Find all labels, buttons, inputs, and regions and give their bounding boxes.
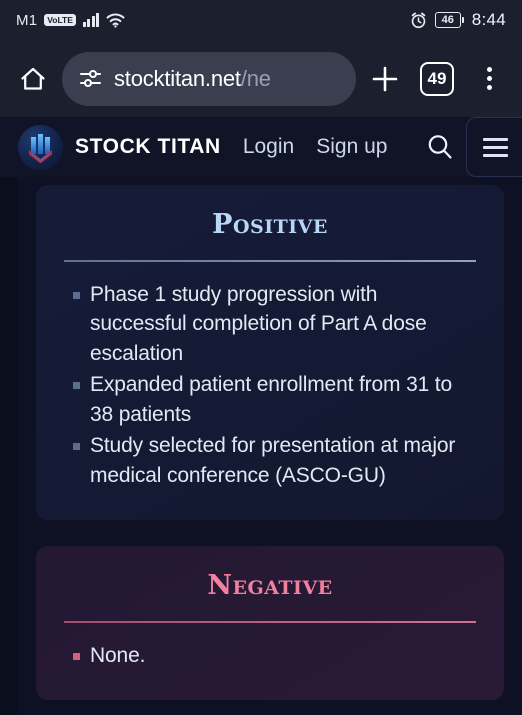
negative-card: Negative None.: [36, 546, 504, 700]
brand-name: STOCK TITAN: [75, 135, 221, 158]
list-item: None.: [64, 641, 476, 671]
positive-bullet-list: Phase 1 study progression with successfu…: [64, 280, 476, 491]
content-container: Positive Phase 1 study progression with …: [18, 177, 522, 715]
new-tab-button[interactable]: [362, 56, 408, 102]
browser-menu-button[interactable]: [466, 56, 512, 102]
list-item: Expanded patient enrollment from 31 to 3…: [64, 370, 476, 429]
positive-card-divider: [64, 260, 476, 262]
negative-bullet-list: None.: [64, 641, 476, 671]
positive-card: Positive Phase 1 study progression with …: [36, 185, 504, 520]
alarm-clock-icon: [410, 12, 427, 29]
kebab-menu-icon: [486, 67, 492, 90]
volte-badge: VoLTE: [44, 13, 76, 27]
site-header: STOCK TITAN Login Sign up: [0, 117, 522, 177]
header-actions: [414, 117, 522, 177]
list-item: Phase 1 study progression with successfu…: [64, 280, 476, 369]
tune-sliders-icon[interactable]: [78, 66, 103, 91]
plus-icon: [370, 64, 400, 94]
home-icon: [19, 65, 47, 93]
url-bar[interactable]: stocktitan.net/ne: [62, 51, 356, 106]
url-host: stocktitan.net: [114, 65, 241, 91]
login-link[interactable]: Login: [243, 135, 294, 159]
hamburger-menu-icon: [483, 137, 508, 157]
browser-toolbar: stocktitan.net/ne 49: [0, 40, 522, 117]
tab-count-badge: 49: [420, 61, 454, 96]
page-content: Positive Phase 1 study progression with …: [0, 177, 522, 715]
negative-card-divider: [64, 621, 476, 623]
wifi-icon: [106, 13, 125, 28]
battery-icon: 46: [434, 12, 464, 28]
status-bar-left: M1 VoLTE: [16, 12, 125, 29]
search-icon: [425, 132, 455, 162]
hamburger-menu-button[interactable]: [466, 117, 522, 177]
clock-label: 8:44: [471, 10, 506, 29]
positive-card-title: Positive: [212, 209, 328, 240]
battery-percent: 46: [434, 12, 461, 28]
battery-cap: [461, 17, 464, 23]
negative-card-title: Negative: [207, 570, 333, 601]
tab-switcher-button[interactable]: 49: [414, 56, 460, 102]
carrier-label: M1: [16, 11, 38, 29]
status-bar-right: 46 8:44: [410, 10, 506, 30]
phone-screen: M1 VoLTE 46 8:44 stocktitan.net/ne 49 ST…: [0, 0, 522, 715]
search-button[interactable]: [414, 132, 466, 162]
list-item: Study selected for presentation at major…: [64, 431, 476, 490]
url-path: /ne: [240, 65, 271, 91]
stock-titan-logo-icon[interactable]: [18, 124, 63, 170]
url-text: stocktitan.net/ne: [114, 66, 271, 92]
home-button[interactable]: [10, 56, 56, 102]
signup-link[interactable]: Sign up: [316, 135, 387, 159]
status-bar: M1 VoLTE 46 8:44: [0, 0, 522, 40]
signal-bars-icon: [82, 13, 100, 27]
